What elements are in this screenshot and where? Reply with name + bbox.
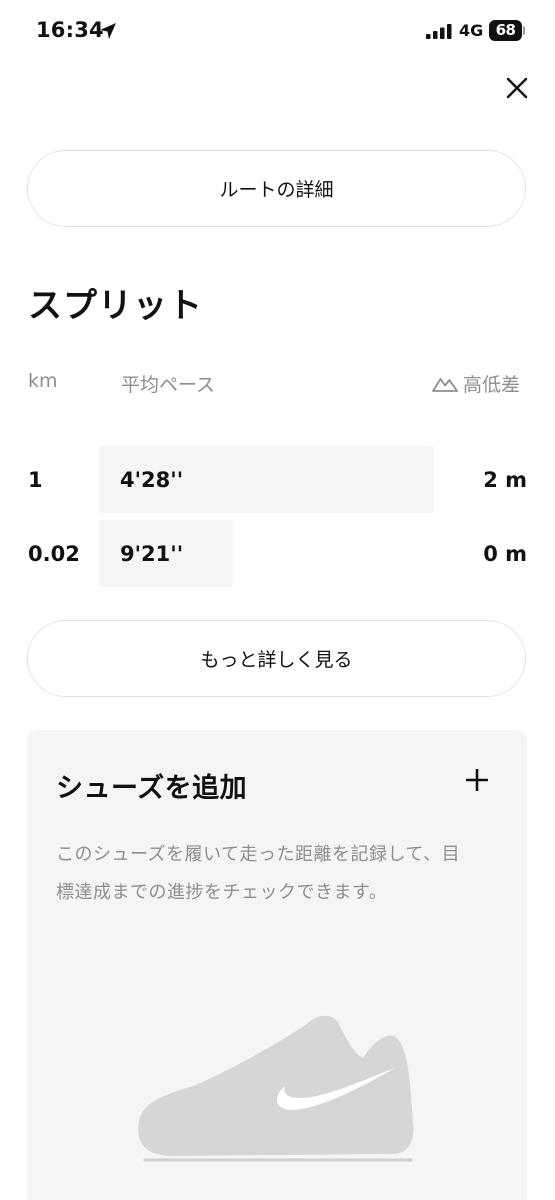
- split-elevation-value: 0 m: [483, 542, 527, 566]
- network-type: 4G: [459, 21, 484, 40]
- split-pace-value: 4'28'': [120, 468, 184, 492]
- plus-icon: [466, 769, 488, 791]
- split-km-value: 0.02: [28, 542, 80, 566]
- split-pace-value: 9'21'': [120, 542, 184, 566]
- status-bar: 16:34 4G 68: [0, 0, 555, 60]
- status-time: 16:34: [36, 18, 104, 42]
- add-shoes-card: シューズを追加 このシューズを履いて走った距離を記録して、目標達成までの進捗をチ…: [27, 730, 527, 1200]
- more-details-button[interactable]: もっと詳しく見る: [27, 620, 526, 697]
- battery-cap: [523, 26, 525, 35]
- splits-title: スプリット: [28, 286, 203, 326]
- add-shoes-description: このシューズを履いて走った距離を記録して、目標達成までの進捗をチェックできます。: [56, 844, 461, 903]
- split-elevation-value: 2 m: [483, 468, 527, 492]
- mountain-icon: [432, 378, 458, 392]
- signal-strength-icon: [426, 24, 452, 39]
- location-arrow-icon: [100, 23, 116, 39]
- battery-icon: 68: [489, 20, 522, 41]
- add-shoes-title: シューズを追加: [56, 773, 248, 804]
- close-icon: [506, 77, 528, 99]
- elevation-column-header: 高低差: [463, 374, 521, 396]
- route-details-button[interactable]: ルートの詳細: [27, 150, 526, 227]
- add-shoes-button[interactable]: [459, 762, 495, 798]
- pace-column-header: 平均ペース: [121, 374, 216, 396]
- shoe-illustration-icon: [138, 1015, 414, 1162]
- km-column-header: km: [28, 370, 58, 392]
- split-km-value: 1: [28, 468, 43, 492]
- close-button[interactable]: [499, 70, 535, 106]
